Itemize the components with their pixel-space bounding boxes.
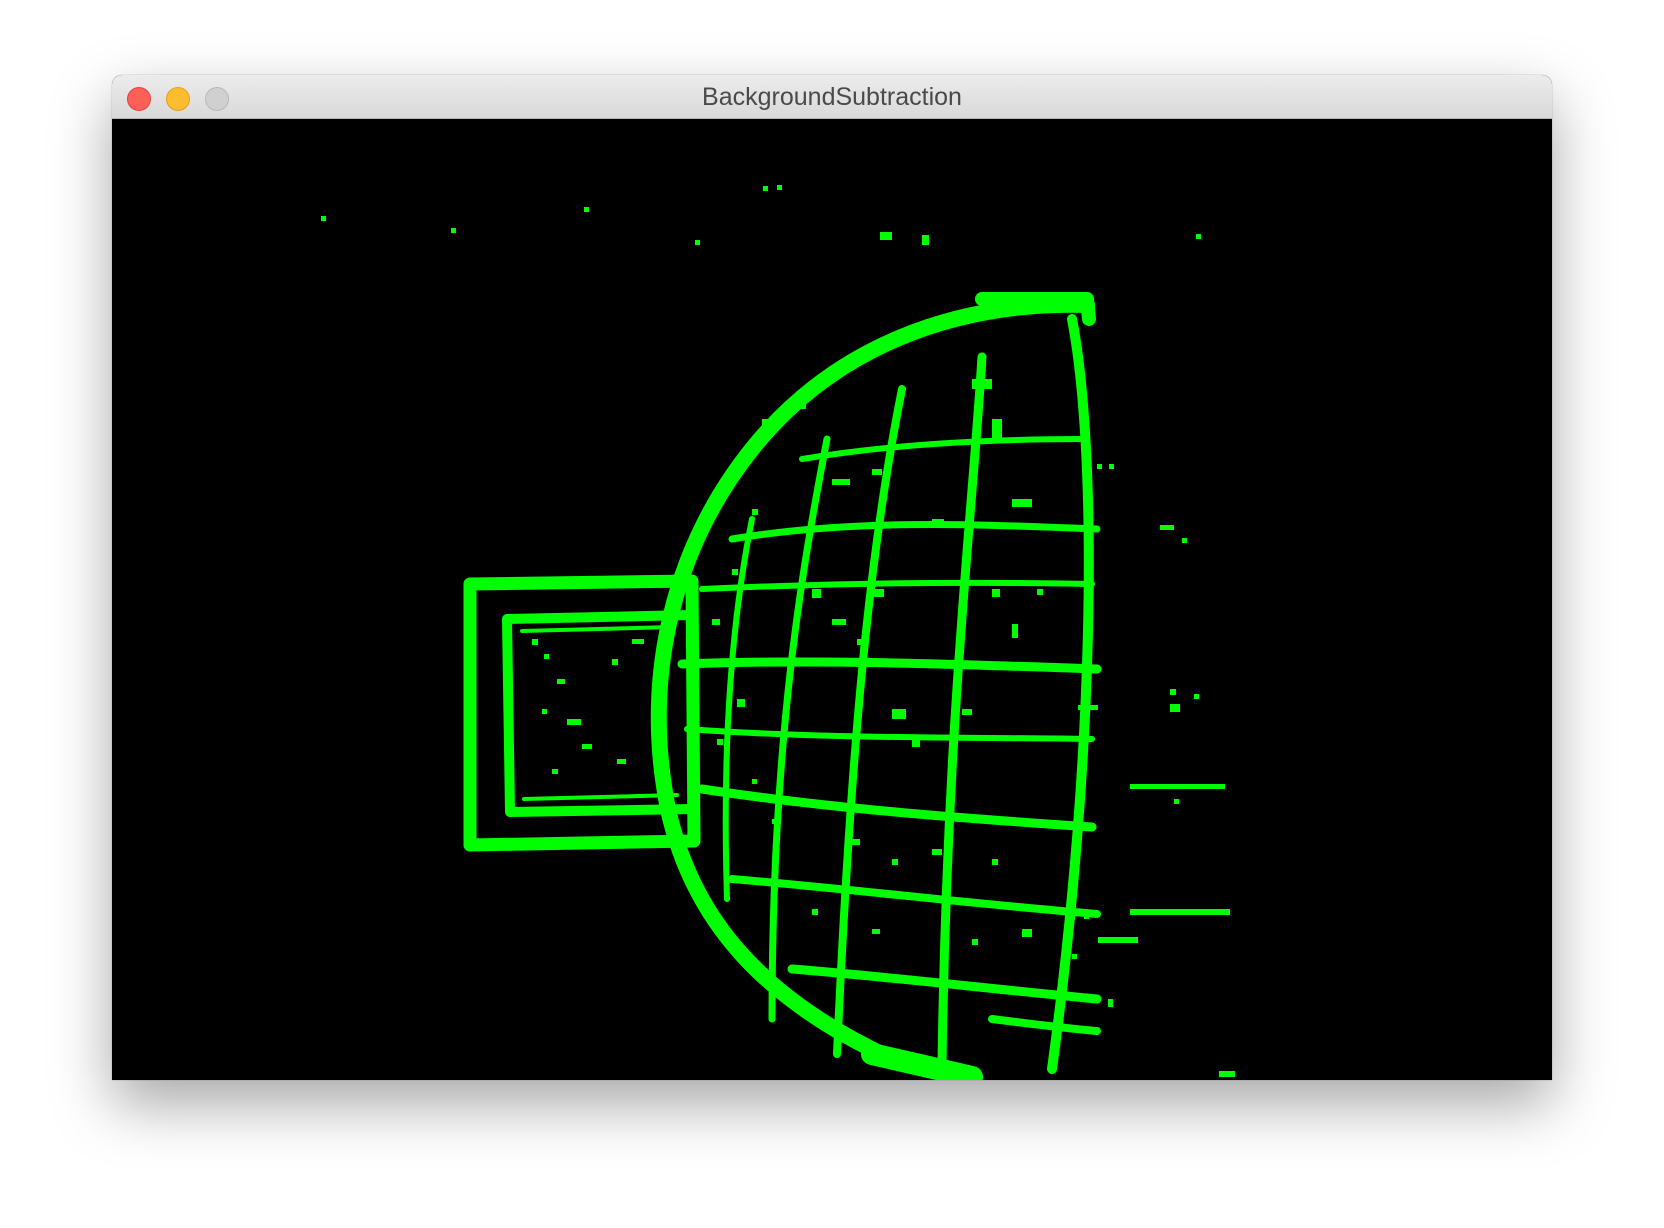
window-title: BackgroundSubtraction <box>702 83 962 111</box>
title-bar[interactable]: BackgroundSubtraction <box>112 75 1552 119</box>
video-frame-canvas <box>112 119 1552 1080</box>
app-window: BackgroundSubtraction <box>112 75 1552 1080</box>
foreground-mask-image <box>112 119 1552 1080</box>
